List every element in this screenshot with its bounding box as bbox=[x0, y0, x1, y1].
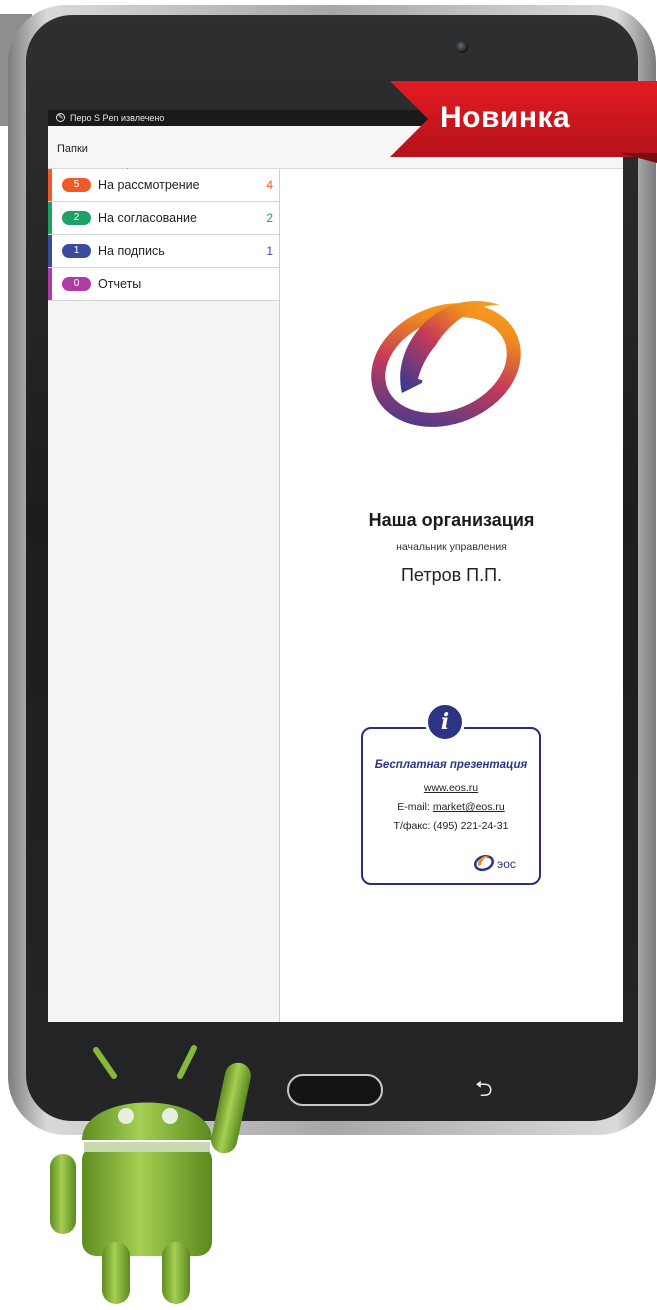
new-ribbon-label: Новинка bbox=[440, 101, 571, 134]
folder-item-approval[interactable]: 2 На согласование 2 bbox=[48, 202, 279, 235]
tablet-screen: ✎ Перо S Pen извлечено Папки 5 На рассмо… bbox=[48, 110, 623, 1022]
info-email-link[interactable]: market@eos.ru bbox=[433, 801, 505, 813]
folder-color-strip bbox=[48, 202, 52, 234]
folder-label: На подпись bbox=[98, 244, 165, 258]
android-mascot-icon bbox=[50, 1045, 251, 1304]
folder-badge: 5 bbox=[62, 178, 91, 192]
eos-small-logo-icon bbox=[474, 854, 494, 872]
eos-logo bbox=[371, 301, 521, 427]
info-brand: эос bbox=[497, 857, 516, 871]
info-icon: i bbox=[425, 702, 465, 742]
pen-icon: ✎ bbox=[56, 113, 65, 122]
home-button[interactable] bbox=[287, 1074, 383, 1106]
folder-badge: 0 bbox=[62, 277, 91, 291]
folder-label: На согласование bbox=[98, 211, 197, 225]
folders-list: 5 На рассмотрение 4 2 На согласование 2 … bbox=[48, 169, 280, 1022]
organization-role: начальник управления bbox=[396, 541, 507, 553]
folder-item-review[interactable]: 5 На рассмотрение 4 bbox=[48, 169, 279, 202]
folders-spinner-label[interactable]: Папки bbox=[57, 143, 88, 155]
front-camera bbox=[456, 41, 468, 53]
back-arrow-icon[interactable]: ⮌ bbox=[475, 1078, 493, 1100]
status-text: Перо S Pen извлечено bbox=[70, 113, 165, 123]
info-email-prefix: E-mail: bbox=[397, 801, 433, 813]
folder-label: Отчеты bbox=[98, 277, 142, 291]
folder-badge: 1 bbox=[62, 244, 91, 258]
folder-label: На рассмотрение bbox=[98, 178, 200, 192]
folder-count: 4 bbox=[266, 178, 273, 192]
folder-item-reports[interactable]: 0 Отчеты bbox=[48, 268, 279, 301]
organization-person: Петров П.П. bbox=[400, 565, 503, 585]
folder-color-strip bbox=[48, 235, 52, 267]
folder-color-strip bbox=[48, 169, 52, 201]
folder-count: 1 bbox=[266, 244, 273, 258]
info-phone: Т/факс: (495) 221-24-31 bbox=[393, 820, 509, 832]
folder-count: 2 bbox=[266, 211, 273, 225]
info-card: Бесплатная презентация www.eos.ru E-mail… bbox=[361, 727, 541, 885]
folder-color-strip bbox=[48, 268, 52, 300]
organization-name: Наша организация bbox=[368, 510, 535, 530]
info-url-link[interactable]: www.eos.ru bbox=[363, 782, 539, 794]
info-email-line: E-mail: market@eos.ru bbox=[363, 801, 539, 813]
folder-badge: 2 bbox=[62, 211, 91, 225]
info-title: Бесплатная презентация bbox=[374, 759, 528, 771]
folder-item-signature[interactable]: 1 На подпись 1 bbox=[48, 235, 279, 268]
